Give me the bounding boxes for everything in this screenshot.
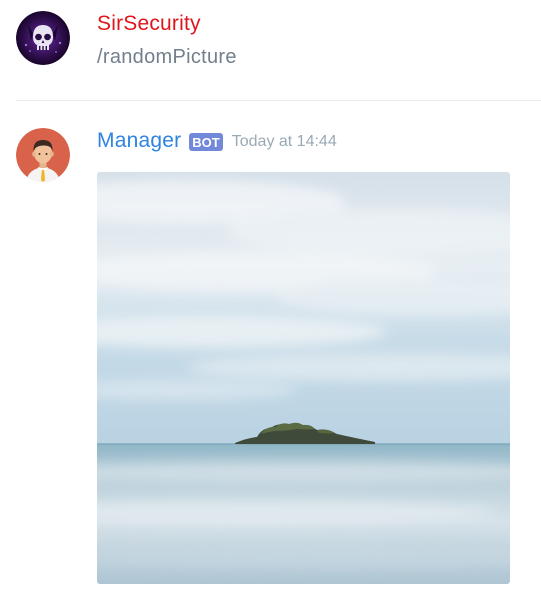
chat-log: SirSecurity /randomPicture Manager BOT T… [0, 0, 541, 605]
message-content: /randomPicture [97, 46, 237, 68]
skull-avatar-icon[interactable] [16, 11, 70, 65]
username-sirsecurity[interactable]: SirSecurity [97, 12, 201, 35]
businessman-avatar-icon[interactable] [16, 128, 70, 182]
message-sirsecurity: SirSecurity /randomPicture [0, 0, 541, 101]
message-divider [16, 100, 541, 101]
username-manager[interactable]: Manager [97, 129, 181, 153]
message-timestamp[interactable]: Today at 14:44 [232, 133, 337, 151]
message-manager: Manager BOT Today at 14:44 [0, 118, 541, 605]
message-header: Manager BOT Today at 14:44 [97, 129, 337, 153]
message-header: SirSecurity [97, 12, 201, 36]
bot-tag-badge: BOT [189, 133, 223, 151]
seascape-island-image[interactable] [97, 172, 510, 584]
